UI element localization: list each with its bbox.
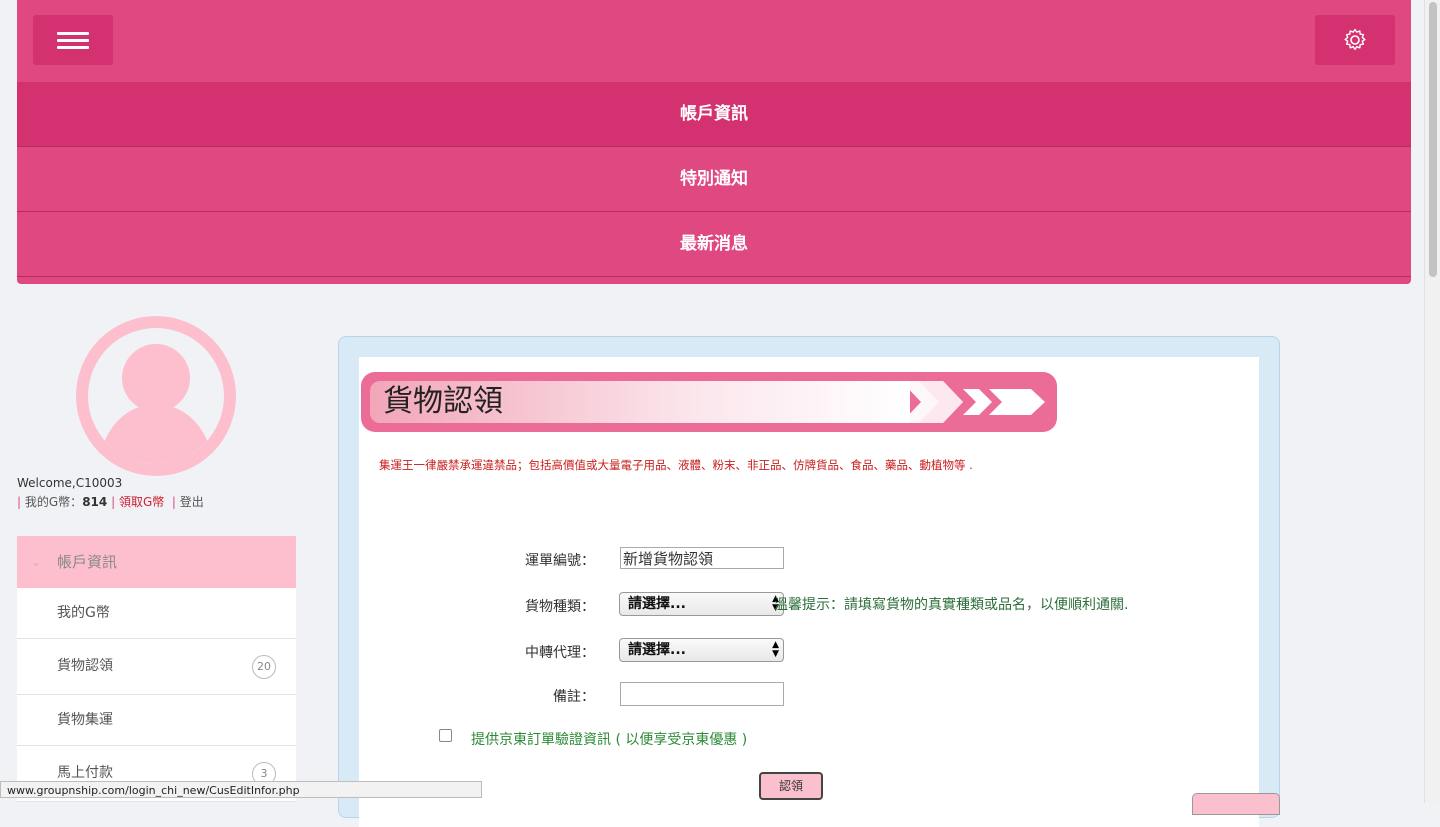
browser-status-url: www.groupnship.com/login_chi_new/CusEdit… <box>0 781 482 798</box>
sidebar-item-label: 貨物集運 <box>57 712 113 728</box>
category-label: 貨物種類： <box>525 599 595 615</box>
sidebar-header-account[interactable]: ⌄ 帳戶資訊 <box>17 536 296 588</box>
scrollbar-thumb[interactable] <box>1429 2 1437 277</box>
user-avatar-icon <box>76 316 236 476</box>
form-card: 貨物認領 集運王一律嚴禁承運違禁品；包括高價值或大量電子用品、液體、粉末、非正品… <box>359 357 1280 827</box>
g-coins-value: 814 <box>82 495 108 509</box>
chevron-arrows-icon <box>901 381 1045 423</box>
sidebar-item-label: 貨物認領 <box>57 658 113 674</box>
divider: | <box>171 495 176 509</box>
divider: | <box>111 495 116 509</box>
sidebar-header-label: 帳戶資訊 <box>57 553 118 571</box>
note-input[interactable] <box>620 682 784 706</box>
secondary-button[interactable] <box>1192 793 1280 815</box>
top-header: 帳戶資訊 特別通知 最新消息 <box>17 0 1411 284</box>
prohibited-goods-notice: 集運王一律嚴禁承運違禁品；包括高價值或大量電子用品、液體、粉末、非正品、仿牌貨品… <box>379 458 973 472</box>
waybill-input[interactable]: 新增貨物認領 <box>620 547 784 569</box>
page-title: 貨物認領 <box>383 384 503 419</box>
sidebar-item-my-g-coins[interactable]: 我的G幣 <box>17 588 296 639</box>
category-hint: 溫馨提示：請填寫貨物的真實種類或品名，以便順利通關. <box>774 597 1129 613</box>
jd-verify-label: 提供京東訂單驗證資訊 ( 以便享受京東優惠 ) <box>471 732 748 748</box>
page-banner: 貨物認領 <box>361 372 1057 432</box>
note-label: 備註： <box>553 689 595 705</box>
sidebar: ⌄ 帳戶資訊 我的G幣 貨物認領 20 貨物集運 馬上付款 3 <box>17 536 296 802</box>
nav-latest-news[interactable]: 最新消息 <box>17 212 1411 277</box>
sidebar-item-claim-goods[interactable]: 貨物認領 20 <box>17 639 296 695</box>
gear-icon <box>1344 28 1366 50</box>
sidebar-item-label: 馬上付款 <box>57 765 113 781</box>
divider: | <box>17 495 22 509</box>
logout-link[interactable]: 登出 <box>180 495 204 509</box>
chevron-down-icon: ⌄ <box>31 555 42 569</box>
page-scrollbar[interactable] <box>1424 0 1440 803</box>
select-arrows-icon: ▲ ▼ <box>772 640 779 659</box>
agent-select-value: 請選擇... <box>628 642 686 658</box>
count-badge: 20 <box>252 654 276 679</box>
sidebar-item-label: 我的G幣 <box>57 605 110 621</box>
welcome-text: Welcome,C10003 <box>17 476 123 490</box>
menu-button[interactable] <box>33 15 113 65</box>
agent-label: 中轉代理： <box>525 645 595 661</box>
top-toolbar <box>17 0 1411 82</box>
hamburger-icon <box>57 32 89 53</box>
claim-submit-button[interactable]: 認領 <box>759 772 823 800</box>
main-panel: 貨物認領 集運王一律嚴禁承運違禁品；包括高價值或大量電子用品、液體、粉末、非正品… <box>338 336 1280 827</box>
sidebar-item-consolidation[interactable]: 貨物集運 <box>17 695 296 746</box>
nav-special-notice[interactable]: 特別通知 <box>17 147 1411 212</box>
claim-g-coins-link[interactable]: 領取G幣 <box>119 495 164 509</box>
jd-verify-checkbox[interactable] <box>439 729 452 742</box>
category-select-value: 請選擇... <box>628 596 686 612</box>
agent-select[interactable]: 請選擇... ▲ ▼ <box>619 638 784 662</box>
nav-account-info[interactable]: 帳戶資訊 <box>17 82 1411 147</box>
g-coins-label: 我的G幣： <box>24 495 83 509</box>
g-coin-bar: | 我的G幣：814 | 領取G幣 | 登出 <box>17 493 204 510</box>
settings-button[interactable] <box>1315 15 1395 65</box>
category-select[interactable]: 請選擇... ▲ ▼ <box>619 592 784 616</box>
waybill-label: 運單編號： <box>525 553 595 569</box>
